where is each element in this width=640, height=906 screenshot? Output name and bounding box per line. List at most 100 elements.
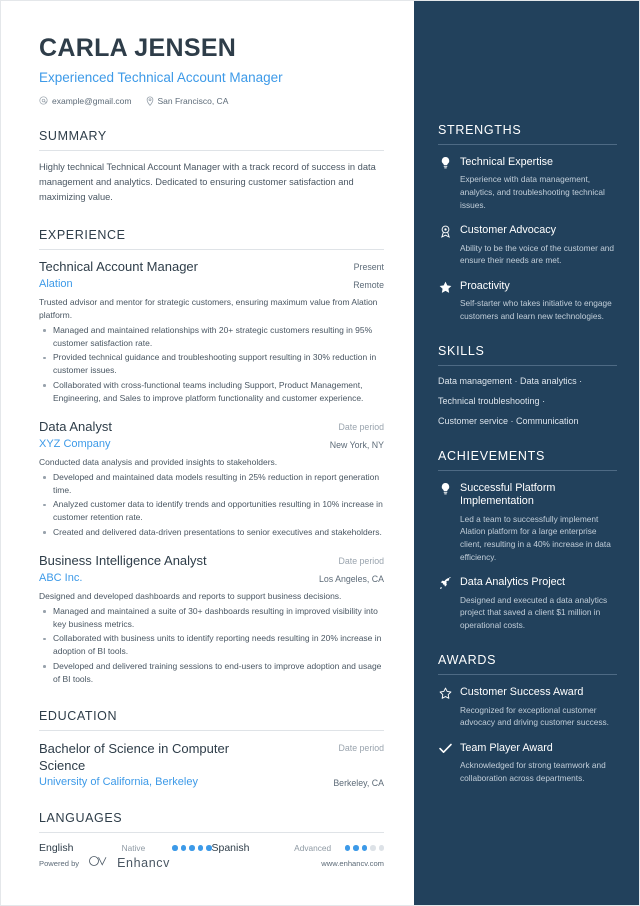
award-medal-icon — [438, 224, 452, 267]
resume-footer: Powered by Enhancv www.enhancv.com — [39, 854, 384, 872]
section-title-education: EDUCATION — [39, 708, 118, 723]
rating-dot — [197, 845, 203, 851]
skills-line: Technical troubleshooting · — [438, 396, 546, 407]
bullet-item: Developed and maintained data models res… — [39, 471, 384, 497]
section-divider — [39, 729, 384, 731]
strength-description: Experience with data management, analyti… — [460, 174, 605, 210]
section-divider — [438, 470, 617, 472]
strength-item: Proactivity Self-starter who takes initi… — [438, 280, 617, 323]
map-pin-icon — [146, 96, 154, 106]
section-awards: AWARDS Customer Success Award Recognized… — [438, 653, 617, 784]
section-divider — [39, 149, 384, 151]
candidate-job-title: Experienced Technical Account Manager — [39, 69, 283, 85]
section-skills: SKILLS Data management · Data analytics … — [438, 344, 617, 427]
language-item: Spanish Advanced — [212, 842, 384, 854]
lightbulb-icon — [438, 156, 452, 211]
achievement-description: Led a team to successfully implement Ala… — [460, 513, 611, 562]
experience-bullets: Managed and maintained a suite of 30+ da… — [39, 605, 384, 686]
section-languages: LANGUAGES English Native Spanish Advance… — [39, 811, 384, 854]
experience-date: Date period — [338, 555, 384, 566]
rating-dot — [370, 845, 376, 851]
resume-header: CARLA JENSEN Experienced Technical Accou… — [39, 34, 384, 106]
check-icon — [438, 742, 452, 785]
bullet-item: Created and delivered data-driven presen… — [39, 526, 384, 539]
achievement-item: Data Analytics Project Designed and exec… — [438, 576, 617, 631]
language-rating-dots — [344, 845, 384, 851]
experience-entry: Technical Account Manager Present Alatio… — [39, 259, 384, 405]
powered-by-label: Powered by — [39, 858, 80, 868]
strength-description: Self-starter who takes initiative to eng… — [460, 298, 612, 321]
contact-row: example@gmail.com San Francisco, CA — [39, 96, 384, 106]
achievement-title: Data Analytics Project — [460, 576, 566, 589]
rating-dot — [353, 845, 359, 851]
strength-title: Customer Advocacy — [460, 224, 557, 237]
section-title-skills: SKILLS — [438, 344, 485, 359]
candidate-name: CARLA JENSEN — [39, 34, 237, 62]
section-summary: SUMMARY Highly technical Technical Accou… — [39, 129, 384, 205]
language-item: English Native — [39, 842, 212, 854]
experience-company[interactable]: ABC Inc. — [39, 572, 82, 584]
star-outline-icon — [438, 686, 452, 729]
skills-line: Data management · Data analytics · — [438, 376, 583, 387]
section-title-awards: AWARDS — [438, 653, 497, 668]
education-location: Berkeley, CA — [333, 778, 384, 789]
education-entry: Bachelor of Science in Computer Science … — [39, 740, 384, 788]
section-title-languages: LANGUAGES — [39, 811, 123, 826]
resume-sidebar: STRENGTHS Technical Expertise Experience… — [414, 1, 639, 905]
star-filled-icon — [438, 280, 452, 323]
contact-email[interactable]: example@gmail.com — [39, 96, 132, 106]
achievement-title: Successful Platform Implementation — [460, 482, 556, 508]
rocket-icon — [438, 576, 452, 631]
summary-text: Highly technical Technical Account Manag… — [39, 161, 376, 202]
experience-description: Trusted advisor and mentor for strategic… — [39, 296, 378, 320]
rating-dot — [344, 845, 350, 851]
achievement-description: Designed and executed a data analytics p… — [460, 594, 608, 630]
award-description: Recognized for exceptional customer advo… — [460, 704, 609, 728]
rating-dot — [172, 845, 178, 851]
skills-line: Customer service · Communication — [438, 416, 579, 427]
enhancv-brand[interactable]: Enhancv — [88, 854, 170, 872]
award-description: Acknowledged for strong teamwork and col… — [460, 760, 606, 784]
award-item: Customer Success Award Recognized for ex… — [438, 686, 617, 729]
bullet-item: Managed and maintained relationships wit… — [39, 324, 384, 350]
strength-item: Customer Advocacy Ability to be the voic… — [438, 224, 617, 267]
bullet-item: Collaborated with cross-functional teams… — [39, 379, 384, 405]
experience-entry: Business Intelligence Analyst Date perio… — [39, 553, 384, 686]
section-achievements: ACHIEVEMENTS Successful Platform Impleme… — [438, 449, 617, 631]
language-name: English — [39, 842, 74, 855]
section-education: EDUCATION Bachelor of Science in Compute… — [39, 709, 384, 788]
strength-item: Technical Expertise Experience with data… — [438, 156, 617, 211]
experience-company[interactable]: XYZ Company — [39, 438, 111, 450]
achievement-item: Successful Platform Implementation Led a… — [438, 482, 617, 563]
section-divider — [438, 674, 617, 676]
language-rating-dots — [172, 845, 212, 851]
experience-location: Los Angeles, CA — [318, 573, 384, 584]
award-title: Team Player Award — [460, 742, 553, 755]
education-school[interactable]: University of California, Berkeley — [39, 776, 198, 788]
section-title-achievements: ACHIEVEMENTS — [438, 449, 546, 464]
experience-role: Data Analyst — [39, 418, 112, 434]
enhancv-url[interactable]: www.enhancv.com — [321, 859, 384, 868]
resume-main-column: CARLA JENSEN Experienced Technical Accou… — [1, 1, 414, 905]
rating-dot — [189, 845, 195, 851]
experience-date: Date period — [338, 421, 384, 432]
bullet-item: Analyzed customer data to identify trend… — [39, 498, 384, 524]
at-sign-icon — [39, 96, 48, 105]
section-title-summary: SUMMARY — [39, 128, 107, 143]
award-item: Team Player Award Acknowledged for stron… — [438, 742, 617, 785]
section-title-experience: EXPERIENCE — [39, 227, 126, 242]
strength-title: Proactivity — [460, 279, 510, 292]
bullet-item: Collaborated with business units to iden… — [39, 632, 384, 658]
experience-bullets: Developed and maintained data models res… — [39, 471, 384, 539]
experience-company[interactable]: Alation — [39, 278, 73, 290]
experience-location: New York, NY — [329, 439, 384, 450]
section-experience: EXPERIENCE Technical Account Manager Pre… — [39, 228, 384, 686]
section-divider — [438, 144, 617, 145]
resume-page: CARLA JENSEN Experienced Technical Accou… — [0, 0, 640, 906]
experience-role: Business Intelligence Analyst — [39, 552, 207, 568]
experience-date: Present — [353, 261, 384, 272]
rating-dot — [378, 845, 384, 851]
bullet-item: Managed and maintained a suite of 30+ da… — [39, 605, 384, 631]
lightbulb-icon — [438, 482, 452, 563]
award-title: Customer Success Award — [460, 686, 584, 699]
